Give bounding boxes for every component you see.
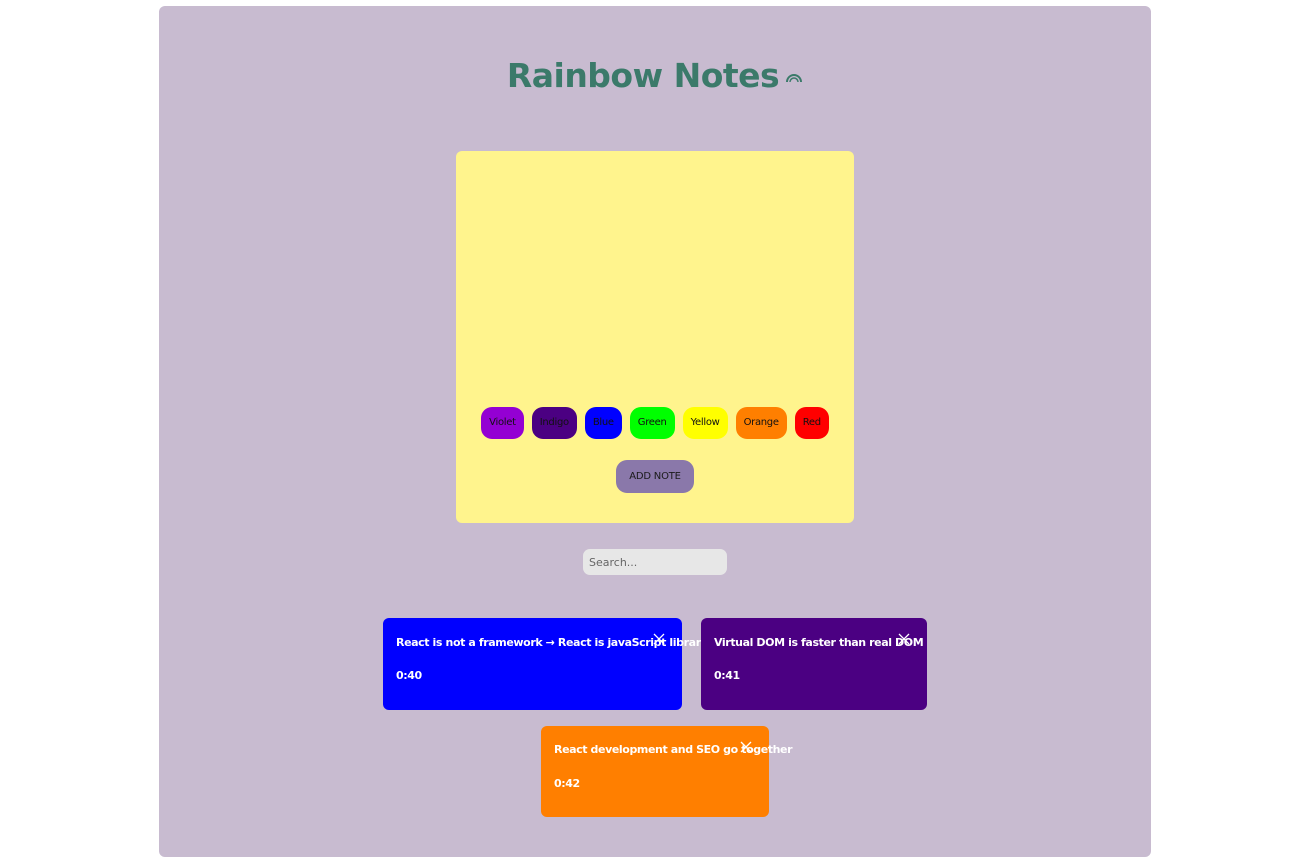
- note-time: 0:41: [714, 669, 740, 682]
- color-button-red[interactable]: Red: [794, 407, 829, 439]
- color-button-yellow[interactable]: Yellow: [682, 407, 728, 439]
- color-picker: Violet Indigo Blue Green Yellow Orange Red: [456, 407, 854, 439]
- page-title-text: Rainbow Notes: [506, 56, 780, 95]
- color-button-orange[interactable]: Orange: [735, 407, 787, 439]
- add-note-button[interactable]: ADD NOTE: [616, 460, 694, 493]
- close-icon[interactable]: [652, 632, 666, 646]
- note-text: React development and SEO go together: [554, 743, 793, 756]
- page-title: Rainbow Notes: [159, 56, 1151, 95]
- color-button-green[interactable]: Green: [629, 407, 675, 439]
- color-button-indigo[interactable]: Indigo: [531, 407, 577, 439]
- rainbow-icon: [786, 73, 803, 82]
- note-card: Virtual DOM is faster than real DOM 0:41: [701, 618, 927, 710]
- search-input[interactable]: [583, 549, 727, 575]
- close-icon[interactable]: [897, 632, 911, 646]
- app-container: Rainbow Notes Violet Indigo Blue Green Yello…: [159, 6, 1151, 857]
- note-time: 0:42: [554, 777, 580, 790]
- note-composer: Violet Indigo Blue Green Yellow Orange Red ADD…: [456, 151, 854, 523]
- note-textarea[interactable]: [466, 161, 848, 395]
- color-button-violet[interactable]: Violet: [481, 407, 524, 439]
- color-button-blue[interactable]: Blue: [584, 407, 622, 439]
- note-card: React development and SEO go together 0:…: [541, 726, 793, 817]
- note-time: 0:40: [396, 669, 422, 682]
- close-icon[interactable]: [739, 740, 753, 754]
- note-text: Virtual DOM is faster than real DOM: [714, 636, 924, 649]
- note-card: React is not a framework → React is java…: [383, 618, 711, 710]
